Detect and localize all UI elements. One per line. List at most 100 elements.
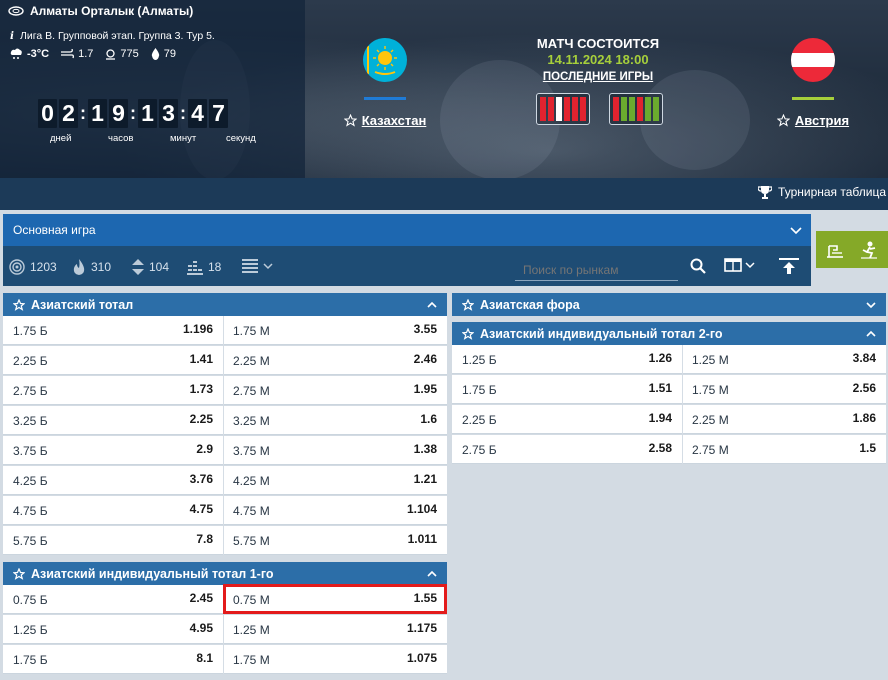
over-label[interactable]: 3.25 Б — [3, 406, 168, 435]
over-odd[interactable]: 8.1 — [168, 645, 223, 674]
market-header-asian-individual-total-2[interactable]: Азиатский индивидуальный тотал 2-го — [452, 322, 886, 345]
market-search-input[interactable] — [515, 254, 678, 281]
over-label[interactable]: 2.25 Б — [3, 346, 168, 375]
market-header-asian-handicap[interactable]: Азиатская фора — [452, 293, 886, 316]
away-form-indicator[interactable] — [609, 93, 663, 125]
last-games-link[interactable]: ПОСЛЕДНИЕ ИГРЫ — [530, 71, 666, 83]
over-label[interactable]: 1.75 Б — [3, 316, 168, 345]
under-label[interactable]: 3.75 М — [223, 436, 393, 465]
form-result — [613, 97, 619, 121]
chevron-down-icon — [263, 263, 273, 270]
under-odd[interactable]: 1.5 — [837, 435, 886, 464]
countdown-digit: 3 — [159, 99, 178, 128]
under-label[interactable]: 1.75 М — [223, 316, 393, 345]
over-label[interactable]: 2.75 Б — [452, 435, 617, 464]
under-odd[interactable]: 2.46 — [393, 346, 447, 375]
under-odd[interactable]: 1.95 — [393, 376, 447, 405]
under-label[interactable]: 1.75 М — [223, 645, 393, 674]
under-odd[interactable]: 1.011 — [393, 526, 447, 555]
over-odd[interactable]: 2.58 — [617, 435, 682, 464]
weather-temp: -3°C — [10, 48, 49, 60]
under-label[interactable]: 3.25 М — [223, 406, 393, 435]
star-icon[interactable] — [462, 327, 474, 340]
search-icon[interactable] — [690, 258, 706, 274]
over-label[interactable]: 2.25 Б — [452, 405, 617, 434]
live-stream-button[interactable] — [816, 231, 854, 268]
under-odd[interactable]: 2.56 — [837, 375, 886, 404]
under-odd[interactable]: 1.104 — [393, 496, 447, 525]
home-team-name[interactable]: Казахстан — [343, 113, 426, 128]
under-label[interactable]: 2.25 М — [223, 346, 393, 375]
over-odd[interactable]: 1.51 — [617, 375, 682, 404]
over-label[interactable]: 3.75 Б — [3, 436, 168, 465]
up-down-icon — [132, 259, 144, 275]
under-odd[interactable]: 3.84 — [837, 345, 886, 374]
under-odd[interactable]: 1.21 — [393, 466, 447, 495]
over-odd[interactable]: 2.45 — [168, 585, 223, 614]
countdown-label-hours: часов — [108, 133, 134, 144]
under-odd[interactable]: 1.6 — [393, 406, 447, 435]
under-odd[interactable]: 3.55 — [393, 316, 447, 345]
over-label[interactable]: 1.25 Б — [3, 615, 168, 644]
star-icon[interactable] — [13, 298, 25, 311]
standings-link[interactable]: Турнирная таблица — [758, 185, 886, 199]
main-game-label: Основная игра — [13, 223, 96, 237]
chevron-up-icon — [427, 301, 437, 308]
over-odd[interactable]: 1.73 — [168, 376, 223, 405]
away-team[interactable]: Австрия — [768, 38, 858, 128]
away-team-name[interactable]: Австрия — [776, 113, 849, 128]
home-team[interactable]: Казахстан — [340, 38, 430, 128]
list-view-toggle[interactable] — [242, 259, 273, 273]
over-label[interactable]: 0.75 Б — [3, 585, 168, 614]
over-label[interactable]: 4.25 Б — [3, 466, 168, 495]
over-odd[interactable]: 1.26 — [617, 345, 682, 374]
star-icon[interactable] — [343, 114, 357, 127]
under-label[interactable]: 4.75 М — [223, 496, 393, 525]
under-label[interactable]: 1.25 М — [682, 345, 837, 374]
home-form-indicator[interactable] — [536, 93, 590, 125]
wind-icon — [61, 49, 75, 59]
under-label[interactable]: 5.75 М — [223, 526, 393, 555]
over-odd[interactable]: 1.41 — [168, 346, 223, 375]
market-header-asian-individual-total-1[interactable]: Азиатский индивидуальный тотал 1-го — [3, 562, 447, 585]
over-label[interactable]: 1.75 Б — [3, 645, 168, 674]
over-label[interactable]: 4.75 Б — [3, 496, 168, 525]
under-label[interactable]: 2.25 М — [682, 405, 837, 434]
over-odd[interactable]: 1.196 — [168, 316, 223, 345]
under-label[interactable]: 2.75 М — [223, 376, 393, 405]
over-label[interactable]: 1.75 Б — [452, 375, 617, 404]
stats-button[interactable] — [850, 231, 888, 268]
under-odd[interactable]: 1.175 — [393, 615, 447, 644]
main-game-select[interactable]: Основная игра — [3, 214, 811, 246]
columns-toggle[interactable] — [724, 258, 755, 272]
over-odd[interactable]: 4.95 — [168, 615, 223, 644]
countdown-digit: 1 — [88, 99, 107, 128]
collapse-all-icon[interactable] — [779, 258, 799, 274]
over-label[interactable]: 1.25 Б — [452, 345, 617, 374]
over-odd[interactable]: 2.25 — [168, 406, 223, 435]
over-odd[interactable]: 2.9 — [168, 436, 223, 465]
over-label[interactable]: 5.75 Б — [3, 526, 168, 555]
over-odd[interactable]: 7.8 — [168, 526, 223, 555]
under-label[interactable]: 2.75 М — [682, 435, 837, 464]
star-icon[interactable] — [462, 298, 474, 311]
countdown-label-seconds: секунд — [226, 133, 256, 144]
under-label[interactable]: 4.25 М — [223, 466, 393, 495]
over-odd[interactable]: 1.94 — [617, 405, 682, 434]
market-row: 1.75 Б 8.1 1.75 М 1.075 — [3, 645, 447, 674]
under-label[interactable]: 1.25 М — [223, 615, 393, 644]
under-label[interactable]: 1.75 М — [682, 375, 837, 404]
over-odd[interactable]: 3.76 — [168, 466, 223, 495]
market-header-asian-total[interactable]: Азиатский тотал — [3, 293, 447, 316]
drop-icon — [151, 48, 159, 60]
stats-count: 18 — [187, 259, 221, 275]
under-odd[interactable]: 1.075 — [393, 645, 447, 674]
under-odd[interactable]: 1.86 — [837, 405, 886, 434]
star-icon[interactable] — [13, 567, 25, 580]
over-odd[interactable]: 4.75 — [168, 496, 223, 525]
countdown-digit: 9 — [109, 99, 128, 128]
star-icon[interactable] — [776, 114, 790, 127]
market-row: 1.75 Б 1.51 1.75 М 2.56 — [452, 375, 886, 404]
over-label[interactable]: 2.75 Б — [3, 376, 168, 405]
under-odd[interactable]: 1.38 — [393, 436, 447, 465]
